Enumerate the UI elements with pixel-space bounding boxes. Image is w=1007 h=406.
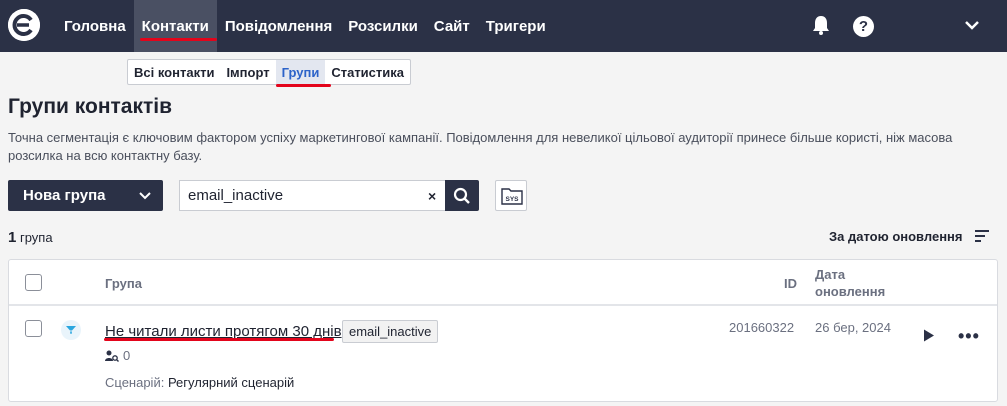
system-folder-icon: SYS — [501, 188, 523, 205]
page-description: Точна сегментація є ключовим фактором ус… — [8, 130, 953, 163]
members-search-icon — [105, 350, 119, 362]
group-count-label: група — [19, 230, 53, 245]
nav-item-contacts[interactable]: Контакти — [133, 0, 217, 52]
nav-item-messages[interactable]: Повідомлення — [217, 0, 340, 52]
group-tag: email_inactive — [342, 320, 439, 343]
subtab-statistics[interactable]: Статистика — [325, 60, 410, 84]
column-id[interactable]: ID — [784, 276, 797, 291]
member-count: 0 — [105, 348, 130, 363]
group-count: 1 група — [8, 229, 53, 246]
table-header: Група ID Дата оновлення — [9, 260, 997, 306]
help-icon[interactable]: ? — [853, 16, 874, 37]
highlight-underline — [104, 338, 334, 341]
filter-segment-icon — [61, 320, 81, 340]
search-field: × — [179, 180, 445, 211]
member-count-value: 0 — [123, 348, 131, 363]
bell-icon[interactable] — [810, 14, 832, 36]
new-group-label: Нова група — [23, 187, 106, 204]
subtab-groups[interactable]: Групи — [275, 60, 332, 87]
play-icon[interactable] — [923, 329, 935, 342]
sort-icon[interactable] — [975, 230, 989, 242]
subtab-import[interactable]: Імпорт — [220, 60, 275, 84]
system-groups-button[interactable]: SYS — [495, 180, 527, 211]
search-icon — [453, 187, 470, 204]
nav-item-campaigns[interactable]: Розсилки — [340, 0, 426, 52]
svg-text:SYS: SYS — [505, 196, 519, 203]
row-checkbox[interactable] — [25, 320, 42, 337]
page-title: Групи контактів — [8, 95, 173, 118]
nav-item-home[interactable]: Головна — [56, 0, 134, 52]
clear-search-icon[interactable]: × — [428, 188, 436, 204]
group-count-number: 1 — [8, 229, 17, 246]
logo-icon[interactable] — [8, 9, 40, 41]
search-button[interactable] — [445, 180, 479, 211]
chevron-down-icon[interactable] — [964, 18, 980, 32]
search-input[interactable] — [180, 187, 410, 204]
contacts-subtabs: Всі контакти Імпорт Групи Статистика — [127, 59, 411, 87]
chevron-down-icon — [139, 192, 151, 200]
top-navigation-bar: Головна Контакти Повідомлення Розсилки С… — [0, 0, 1007, 52]
group-id: 201660322 — [729, 320, 795, 335]
groups-table: Група ID Дата оновлення Не читали листи … — [8, 259, 998, 402]
scenario-value: Регулярний сценарій — [167, 375, 295, 390]
select-all-checkbox[interactable] — [25, 274, 42, 291]
more-options-icon[interactable]: ••• — [958, 326, 980, 347]
column-group[interactable]: Група — [105, 276, 142, 291]
scenario-label: Сценарій: — [105, 375, 165, 390]
new-group-button[interactable]: Нова група — [8, 180, 163, 211]
column-date-line2[interactable]: оновлення — [815, 284, 885, 299]
nav-item-site[interactable]: Сайт — [426, 0, 478, 52]
column-date-line1[interactable]: Дата — [815, 267, 845, 282]
updated-date: 26 бер, 2024 — [815, 320, 891, 335]
main-nav: Головна Контакти Повідомлення Розсилки С… — [56, 0, 554, 52]
scenario-info: Сценарій: Регулярний сценарій — [105, 375, 294, 390]
sort-selector[interactable]: За датою оновлення — [829, 229, 962, 244]
nav-item-triggers[interactable]: Тригери — [478, 0, 554, 52]
subtab-all-contacts[interactable]: Всі контакти — [128, 60, 220, 84]
